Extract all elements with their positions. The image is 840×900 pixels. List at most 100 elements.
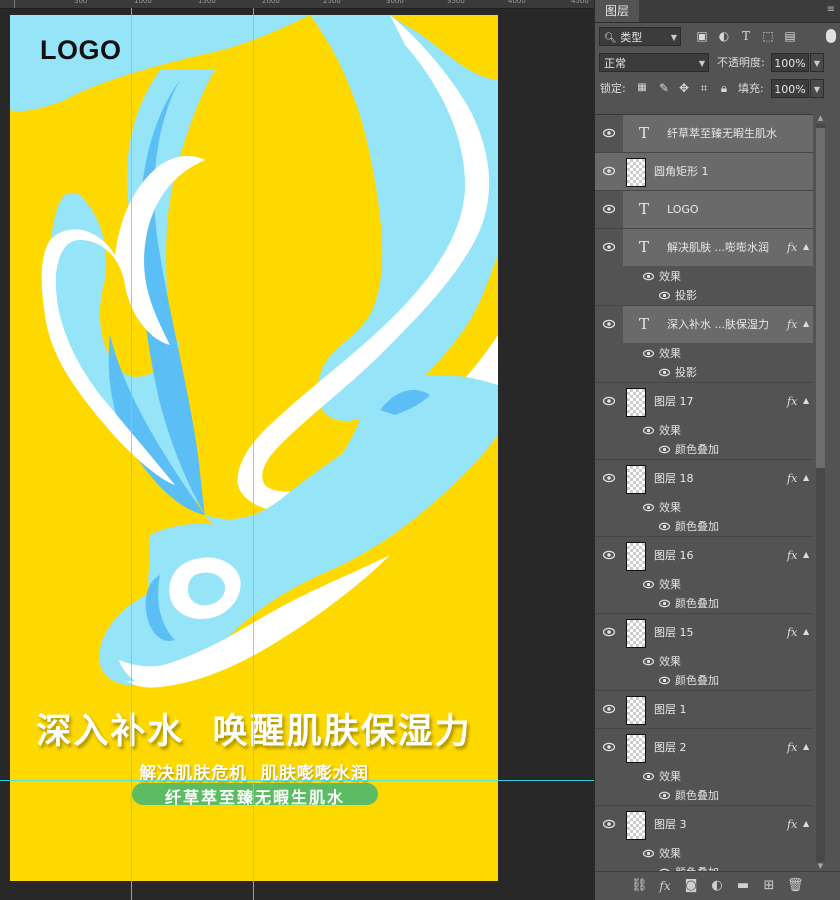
opacity-input[interactable]: 100% [771,53,809,72]
layer-effects-fx-icon[interactable]: fx [787,818,797,831]
scroll-down-arrow-icon[interactable]: ▼ [816,862,825,870]
layer-effects-fx-icon[interactable]: fx [787,472,797,485]
layer-name[interactable]: 图层 1 [654,691,687,729]
collapse-caret-icon[interactable]: ▲ [803,242,809,251]
visibility-eye-icon[interactable] [603,204,615,214]
collapse-caret-icon[interactable]: ▲ [803,742,809,751]
layer-name[interactable]: 解决肌肤 ...嘭嘭水润 [667,229,769,267]
effects-group-row[interactable]: 效果 [595,652,813,671]
panel-menu-icon[interactable]: ≡ [827,4,835,15]
collapse-caret-icon[interactable]: ▲ [803,396,809,405]
new-group-folder-icon[interactable]: ▬ [735,878,751,894]
effects-group-row[interactable]: 效果 [595,575,813,594]
effect-row[interactable]: 颜色叠加 [595,517,813,537]
visibility-eye-icon[interactable] [659,791,670,800]
layers-scrollbar[interactable]: ▲ ▼ [813,114,840,872]
visibility-eye-icon[interactable] [659,522,670,531]
effect-row[interactable]: 颜色叠加 [595,786,813,806]
collapse-caret-icon[interactable]: ▲ [803,550,809,559]
layer-row[interactable]: 图层 18 fx ▲ [595,460,813,498]
visibility-eye-icon[interactable] [603,819,615,829]
scroll-thumb[interactable] [816,128,825,468]
visibility-eye-icon[interactable] [603,704,615,714]
effect-row[interactable]: 颜色叠加 [595,440,813,460]
effects-group-row[interactable]: 效果 [595,844,813,863]
effects-group-row[interactable]: 效果 [595,498,813,517]
effects-group-row[interactable]: 效果 [595,421,813,440]
visibility-eye-icon[interactable] [659,676,670,685]
poster-canvas[interactable]: LOGO 深入补水 唤醒肌肤保湿力 解决肌肤危机 肌肤嘭嘭水润 纤草萃至臻无暇生… [10,15,498,881]
layer-row[interactable]: T 解决肌肤 ...嘭嘭水润 fx ▲ [595,229,813,267]
visibility-eye-icon[interactable] [643,849,654,858]
add-mask-icon[interactable]: ◙ [683,878,699,894]
collapse-caret-icon[interactable]: ▲ [803,319,809,328]
lock-image-pixels-brush-icon[interactable]: ✎ [657,81,671,95]
layer-row[interactable]: 图层 15 fx ▲ [595,614,813,652]
lock-transparent-pixels-icon[interactable]: ▦ [635,81,649,95]
effects-group-row[interactable]: 效果 [595,344,813,363]
collapse-caret-icon[interactable]: ▲ [803,627,809,636]
layer-name[interactable]: 图层 18 [654,460,694,498]
layer-row[interactable]: 圆角矩形 1 [595,153,813,191]
layer-name[interactable]: 图层 2 [654,729,687,767]
guide-vertical[interactable] [253,8,254,900]
tab-layers[interactable]: 图层 [595,0,639,22]
layer-effects-fx-icon[interactable]: fx [787,318,797,331]
visibility-eye-icon[interactable] [659,599,670,608]
visibility-eye-icon[interactable] [659,368,670,377]
collapse-caret-icon[interactable]: ▲ [803,473,809,482]
visibility-eye-icon[interactable] [603,550,615,560]
visibility-eye-icon[interactable] [603,166,615,176]
layer-name[interactable]: LOGO [667,191,699,229]
layer-row[interactable]: 图层 3 fx ▲ [595,806,813,844]
layer-row[interactable]: 图层 2 fx ▲ [595,729,813,767]
visibility-eye-icon[interactable] [659,291,670,300]
lock-position-move-icon[interactable]: ✥ [677,81,691,95]
layer-filter-select[interactable]: 🔍︎ 类型 ▼ [599,27,681,46]
layer-effects-fx-icon[interactable]: fx [787,741,797,754]
layer-row[interactable]: T 纤草萃至臻无暇生肌水 [595,115,813,153]
visibility-eye-icon[interactable] [643,657,654,666]
layer-row[interactable]: 图层 16 fx ▲ [595,537,813,575]
effect-row[interactable]: 投影 [595,363,813,383]
guide-vertical[interactable] [131,8,132,900]
visibility-eye-icon[interactable] [643,772,654,781]
visibility-eye-icon[interactable] [643,349,654,358]
layer-row[interactable]: T 深入补水 ...肤保湿力 fx ▲ [595,306,813,344]
layers-list[interactable]: T 纤草萃至臻无暇生肌水 圆角矩形 1 T LOGO T 解决肌肤 ...嘭嘭水… [595,114,813,873]
fill-input[interactable]: 100% [771,79,809,98]
canvas-workspace[interactable]: 500 1000 1500 2000 2500 3000 3500 4000 4… [0,0,594,900]
layer-effects-fx-icon[interactable]: fx [787,549,797,562]
visibility-eye-icon[interactable] [603,742,615,752]
visibility-eye-icon[interactable] [643,272,654,281]
visibility-eye-icon[interactable] [603,627,615,637]
new-adjustment-layer-icon[interactable]: ◐ [709,878,725,894]
adjustment-filter-icon[interactable]: ◐ [717,29,731,43]
effect-row[interactable]: 颜色叠加 [595,594,813,614]
opacity-dropdown-arrow[interactable]: ▼ [810,53,824,72]
layer-name[interactable]: 圆角矩形 1 [654,153,709,191]
layer-row[interactable]: 图层 1 [595,691,813,729]
visibility-eye-icon[interactable] [603,473,615,483]
smart-object-filter-icon[interactable]: ▤ [783,29,797,43]
layer-effects-fx-icon[interactable]: fx [787,241,797,254]
shape-filter-icon[interactable]: ⬚ [761,29,775,43]
layer-name[interactable]: 图层 3 [654,806,687,844]
visibility-eye-icon[interactable] [643,580,654,589]
delete-layer-trash-icon[interactable]: 🗑︎ [787,878,804,894]
add-layer-style-icon[interactable]: fx [657,878,673,894]
link-layers-icon[interactable]: ⛓ [631,878,648,894]
fill-dropdown-arrow[interactable]: ▼ [810,79,824,98]
layer-name[interactable]: 深入补水 ...肤保湿力 [667,306,769,344]
layer-name[interactable]: 图层 17 [654,383,694,421]
text-filter-icon[interactable]: T [739,29,753,43]
visibility-eye-icon[interactable] [603,396,615,406]
layer-row[interactable]: T LOGO [595,191,813,229]
layer-row[interactable]: 图层 17 fx ▲ [595,383,813,421]
layer-name[interactable]: 图层 15 [654,614,694,652]
effect-row[interactable]: 颜色叠加 [595,671,813,691]
layer-effects-fx-icon[interactable]: fx [787,395,797,408]
visibility-eye-icon[interactable] [643,426,654,435]
layer-name[interactable]: 纤草萃至臻无暇生肌水 [667,115,777,153]
effect-row[interactable]: 投影 [595,286,813,306]
